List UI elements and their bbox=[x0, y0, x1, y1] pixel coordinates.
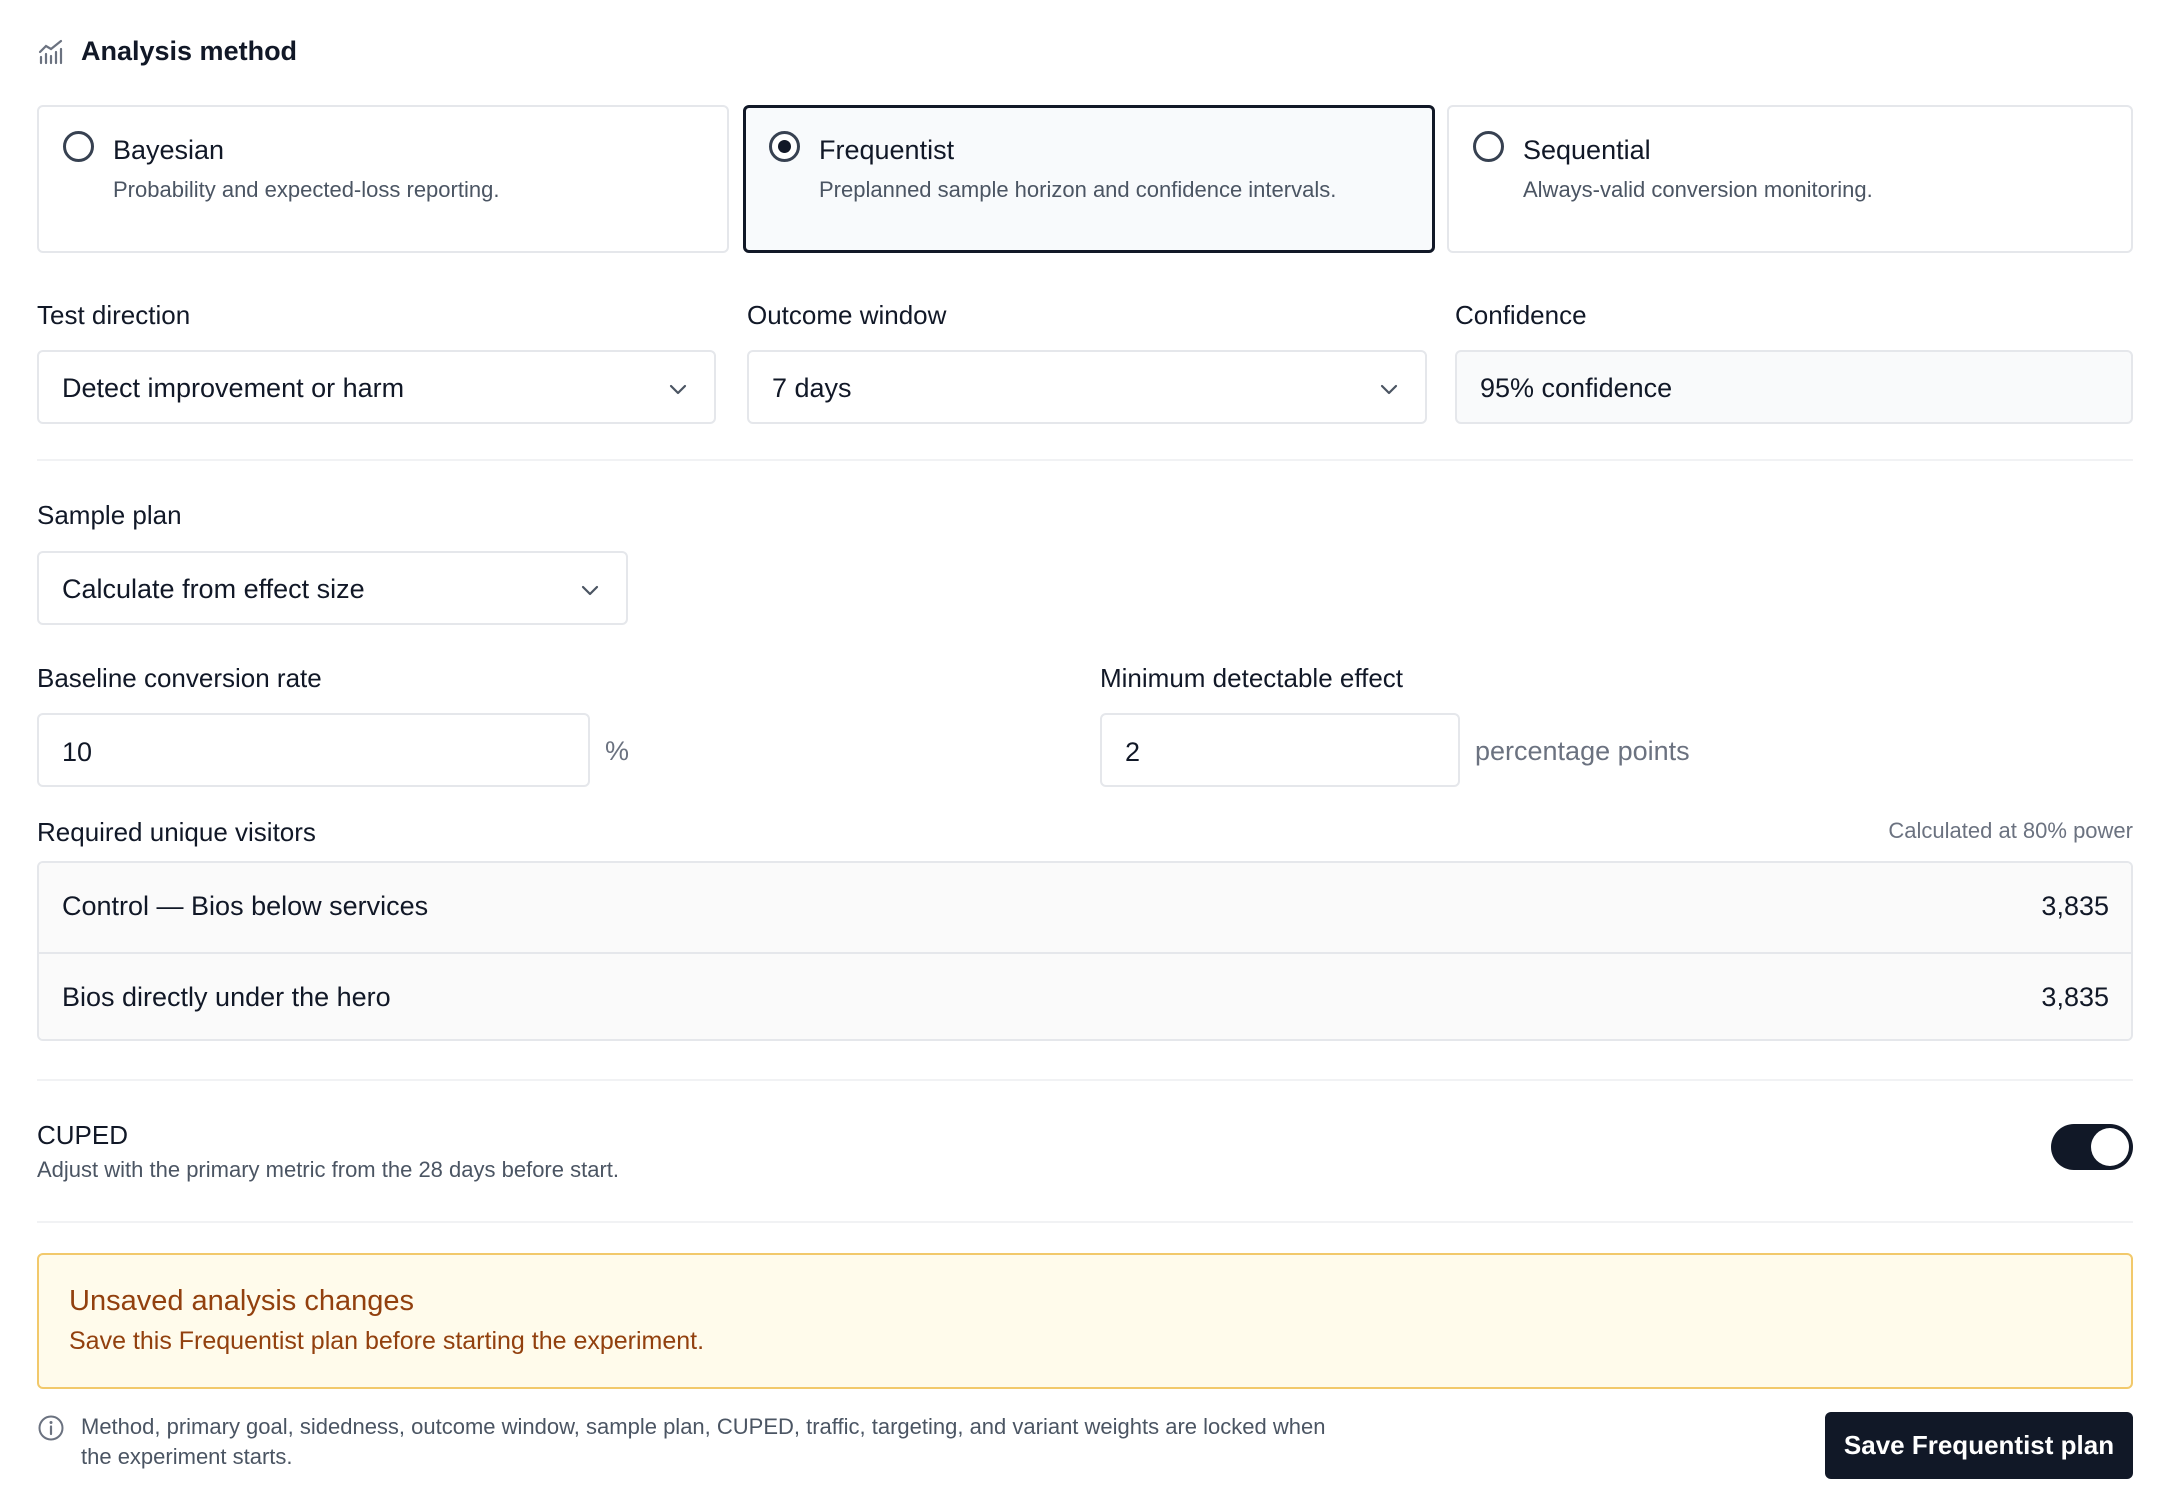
test-direction-value: Detect improvement or harm bbox=[62, 373, 405, 403]
confidence-value: 95% confidence bbox=[1480, 373, 1673, 403]
variant-name: Bios directly under the hero bbox=[62, 982, 391, 1012]
baseline-value: 10 bbox=[62, 737, 93, 767]
sample-plan-label: Sample plan bbox=[37, 500, 182, 530]
method-name: Frequentist bbox=[819, 135, 955, 165]
lock-note-text: Method, primary goal, sidedness, outcome… bbox=[81, 1414, 1326, 1469]
lock-note: Method, primary goal, sidedness, outcome… bbox=[37, 1412, 1341, 1472]
sample-plan-value: Calculate from effect size bbox=[62, 574, 365, 604]
method-card-frequentist[interactable]: Frequentist Preplanned sample horizon an… bbox=[743, 105, 1435, 253]
mde-input[interactable]: 2 bbox=[1100, 713, 1460, 787]
warning-title: Unsaved analysis changes bbox=[69, 1285, 414, 1317]
chevron-down-icon bbox=[669, 384, 687, 395]
divider bbox=[37, 1221, 2133, 1223]
outcome-window-label: Outcome window bbox=[747, 300, 947, 330]
confidence-field: 95% confidence bbox=[1455, 350, 2133, 424]
baseline-unit: % bbox=[605, 736, 630, 766]
power-note: Calculated at 80% power bbox=[1888, 818, 2133, 843]
chevron-down-icon bbox=[581, 585, 599, 596]
required-visitors-table: Control — Bios below services 3,835 Bios… bbox=[37, 861, 2133, 1041]
radio-bayesian[interactable] bbox=[63, 131, 94, 162]
method-description: Probability and expected-loss reporting. bbox=[113, 177, 500, 202]
baseline-label: Baseline conversion rate bbox=[37, 663, 322, 693]
radio-selected-dot bbox=[778, 140, 791, 153]
required-visitors-label: Required unique visitors bbox=[37, 817, 316, 847]
mde-unit: percentage points bbox=[1475, 736, 1690, 766]
divider bbox=[37, 459, 2133, 461]
visitor-count: 3,835 bbox=[2041, 982, 2109, 1012]
table-row: Bios directly under the hero 3,835 bbox=[39, 952, 2131, 1039]
cuped-toggle[interactable] bbox=[2051, 1124, 2133, 1170]
unsaved-changes-banner: Unsaved analysis changes Save this Frequ… bbox=[37, 1253, 2133, 1389]
outcome-window-value: 7 days bbox=[772, 373, 852, 403]
confidence-label: Confidence bbox=[1455, 300, 1587, 330]
mde-value: 2 bbox=[1125, 737, 1141, 767]
method-description: Preplanned sample horizon and confidence… bbox=[819, 177, 1337, 202]
cuped-description: Adjust with the primary metric from the … bbox=[37, 1157, 620, 1182]
mde-label: Minimum detectable effect bbox=[1100, 663, 1403, 693]
method-card-bayesian[interactable]: Bayesian Probability and expected-loss r… bbox=[37, 105, 729, 253]
method-name: Sequential bbox=[1523, 135, 1651, 165]
test-direction-select[interactable]: Detect improvement or harm bbox=[37, 350, 716, 424]
info-icon bbox=[38, 1415, 64, 1441]
section-title: Analysis method bbox=[81, 36, 298, 66]
baseline-input[interactable]: 10 bbox=[37, 713, 590, 787]
cuped-title: CUPED bbox=[37, 1120, 129, 1150]
variant-name: Control — Bios below services bbox=[62, 891, 429, 921]
test-direction-label: Test direction bbox=[37, 300, 191, 330]
outcome-window-select[interactable]: 7 days bbox=[747, 350, 1427, 424]
warning-text: Save this Frequentist plan before starti… bbox=[69, 1327, 705, 1355]
chart-icon bbox=[38, 39, 63, 64]
divider bbox=[37, 1079, 2133, 1081]
method-name: Bayesian bbox=[113, 135, 225, 165]
method-description: Always-valid conversion monitoring. bbox=[1523, 177, 1873, 202]
toggle-knob bbox=[2091, 1128, 2129, 1166]
radio-frequentist[interactable] bbox=[769, 131, 800, 162]
chevron-down-icon bbox=[1380, 384, 1398, 395]
section-header: Analysis method bbox=[37, 36, 297, 67]
method-card-sequential[interactable]: Sequential Always-valid conversion monit… bbox=[1447, 105, 2133, 253]
table-row: Control — Bios below services 3,835 bbox=[39, 863, 2131, 952]
save-plan-button[interactable]: Save Frequentist plan bbox=[1825, 1412, 2133, 1479]
sample-plan-select[interactable]: Calculate from effect size bbox=[37, 551, 628, 625]
visitor-count: 3,835 bbox=[2041, 891, 2109, 921]
radio-sequential[interactable] bbox=[1473, 131, 1504, 162]
